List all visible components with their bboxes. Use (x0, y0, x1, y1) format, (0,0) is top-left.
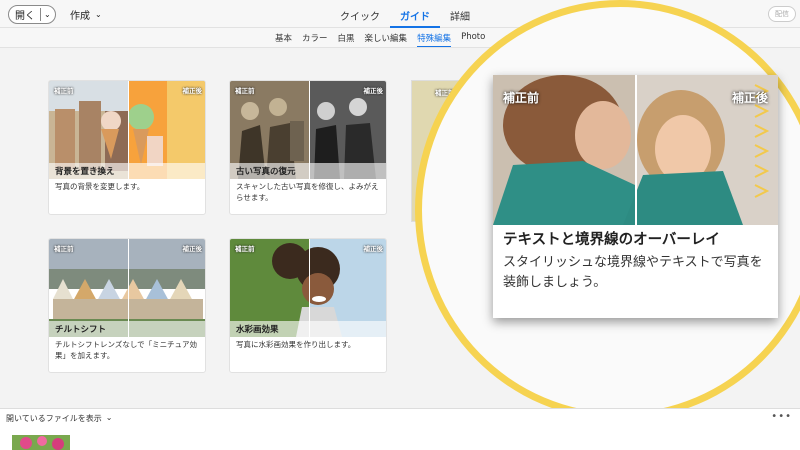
card-description: スキャンした古い写真を修復し、よみがえらせます。 (236, 182, 379, 203)
card-title: 背景を置き換え (49, 163, 205, 179)
zoomed-card-title: テキストと境界線のオーバーレイ (493, 225, 778, 249)
card-description: チルトシフトレンズなしで「ミニチュア効果」を加えます。 (55, 340, 197, 361)
card-description: 写真の背景を変更します。 (55, 182, 145, 191)
mode-tabs: クイック ガイド 詳細 (330, 0, 480, 28)
subtab-black-white[interactable]: 白黒 (338, 32, 355, 47)
before-label: 補正前 (54, 245, 74, 253)
open-button[interactable]: 開く ⌄ (8, 5, 56, 24)
card-title: チルトシフト (49, 321, 205, 337)
before-label: 補正前 (503, 91, 540, 105)
before-label: 補正前 (54, 87, 74, 95)
open-button-label: 開く (15, 11, 35, 22)
card-title: 古い写真の復元 (230, 163, 386, 179)
tab-quick[interactable]: クイック (330, 0, 390, 28)
subtab-special-edits[interactable]: 特殊編集 (417, 32, 452, 47)
show-open-files-dropdown[interactable]: 開いているファイルを表示 ⌄ (6, 413, 112, 424)
guide-card-restore-old-photo[interactable]: 補正前 補正後 古い写真の復元 スキャンした古い写真を修復し、よみがえらせます。 (229, 80, 387, 215)
after-label: 補正後 (731, 91, 768, 105)
subtab-fun-edits[interactable]: 楽しい編集 (365, 32, 408, 47)
zoomed-card-description: スタイリッシュな境界線やテキストで写真を装飾しましょう。 (503, 255, 763, 291)
zoomed-card-thumbnail: 補正前 補正後 (493, 75, 778, 225)
after-label: 補正後 (363, 87, 384, 95)
subtab-basics[interactable]: 基本 (275, 32, 292, 47)
chevron-down-icon[interactable]: ⌄ (44, 10, 51, 19)
photo-bin-panel: 開いているファイルを表示 ⌄ ••• (0, 408, 800, 450)
show-open-files-label: 開いているファイルを表示 (6, 414, 102, 423)
guide-card-watercolor[interactable]: 補正前 補正後 水彩画効果 写真に水彩画効果を作り出します。 (229, 238, 387, 373)
open-file-thumbnail[interactable] (12, 435, 70, 450)
chevron-down-icon: ⌄ (105, 413, 113, 422)
chevron-down-icon: ⌄ (95, 10, 102, 19)
before-label: 補正前 (235, 245, 255, 253)
guide-card-replace-background[interactable]: 補正前 補正後 背景を置き換え 写真の背景を変更します。 (48, 80, 206, 215)
after-label: 補正後 (182, 87, 203, 95)
share-button[interactable]: 配信 (768, 6, 796, 22)
zoomed-guide-card-text-border-overlay[interactable]: 補正前 補正後 テキストと境界線のオーバーレイ スタイリッシュな境界線やテキスト… (493, 75, 778, 318)
after-label: 補正後 (182, 245, 203, 253)
create-menu-label: 作成 (70, 11, 90, 22)
card-title: 水彩画効果 (230, 321, 386, 337)
more-options-icon[interactable]: ••• (771, 411, 792, 422)
subtab-color[interactable]: カラー (302, 32, 328, 47)
create-menu[interactable]: 作成 ⌄ (70, 7, 102, 22)
before-label: 補正前 (235, 87, 255, 95)
after-label: 補正後 (363, 245, 384, 253)
tab-expert[interactable]: 詳細 (440, 0, 480, 28)
tab-guided[interactable]: ガイド (390, 0, 440, 28)
guide-card-tilt-shift[interactable]: 補正前 補正後 チルトシフト チルトシフトレンズなしで「ミニチュア効果」を加えま… (48, 238, 206, 373)
subtab-photomerge[interactable]: Photo (461, 32, 485, 47)
card-description: 写真に水彩画効果を作り出します。 (236, 340, 356, 349)
